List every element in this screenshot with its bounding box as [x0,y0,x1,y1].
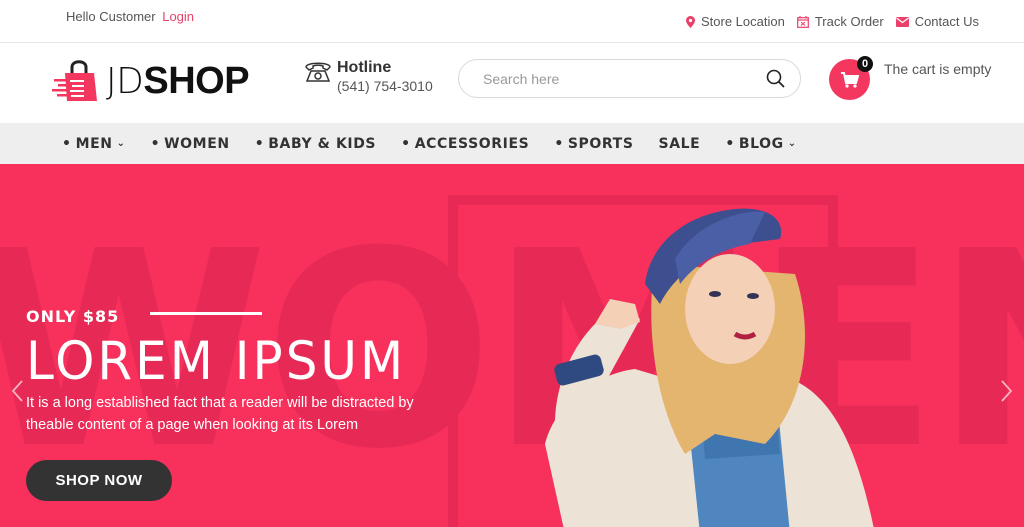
nav-item-men[interactable]: • MEN ⌄ [62,136,126,152]
top-links: Store Location Track Order Contact Us [685,14,979,29]
cart-status: The cart is empty [884,61,992,77]
hotline-number[interactable]: (541) 754-3010 [337,77,433,95]
chevron-down-icon: ⌄ [116,138,126,149]
nav-list: • MEN ⌄ • WOMEN • BABY & KIDS • ACCESSORIES •… [62,123,822,164]
nav-label: SPORTS [567,135,634,152]
store-location-label: Store Location [700,14,785,29]
nav-label: SALE [658,135,701,152]
map-pin-icon [685,15,695,28]
bullet-icon: • [254,135,265,152]
nav-label: MEN [75,135,113,152]
hotline-text: Hotline (541) 754-3010 [337,59,433,95]
hero-description: It is a long established fact that a rea… [26,395,414,433]
search-icon[interactable] [766,69,786,89]
nav-label: ACCESSORIES [414,135,530,152]
slider-prev-arrow-icon[interactable] [8,378,26,404]
top-bar: Hello Customer Login Store Location Trac… [0,0,1024,43]
nav-item-women[interactable]: • WOMEN [151,136,230,152]
logo[interactable]: JDSHOP [50,57,250,105]
contact-us-link[interactable]: Contact Us [895,14,979,29]
envelope-icon [895,16,909,27]
nav-label: BABY & KIDS [268,135,377,152]
shop-now-button[interactable]: SHOP NOW [26,460,172,501]
store-location-link[interactable]: Store Location [685,14,785,29]
contact-us-label: Contact Us [914,14,979,29]
nav-item-baby-kids[interactable]: • BABY & KIDS [255,136,376,152]
calendar-icon [796,15,809,28]
shopping-bag-logo-icon [52,60,97,101]
login-link[interactable]: Login [162,9,194,24]
cart-icon [840,71,859,88]
bullet-icon: • [150,135,161,152]
hero-slider: WOMEN ONLY $85 LOREM IPSUM It is a long … [0,164,1024,527]
cart-count-badge: 0 [857,56,873,72]
main-nav: • MEN ⌄ • WOMEN • BABY & KIDS • ACCESSORIES •… [0,123,1024,164]
bullet-icon: • [401,135,411,152]
track-order-link[interactable]: Track Order [796,14,884,29]
decorative-line [150,312,262,315]
bullet-icon: • [554,135,564,152]
cart-button[interactable]: 0 [829,56,873,100]
logo-jd: JD [106,60,144,102]
model-image [545,208,874,527]
hotline-title: Hotline [337,59,392,76]
nav-label: WOMEN [164,135,230,152]
telephone-icon [305,62,331,82]
nav-item-accessories[interactable]: • ACCESSORIES [401,136,529,152]
search-box [458,59,801,98]
logo-shop: SHOP [143,59,250,102]
nav-item-sale[interactable]: SALE [659,136,701,152]
hotline: Hotline (541) 754-3010 [303,59,433,95]
bullet-icon: • [725,135,735,152]
price-tag: ONLY $85 [26,307,120,326]
track-order-label: Track Order [814,14,884,29]
bullet-icon: • [62,135,72,152]
search-input[interactable] [483,68,753,90]
nav-label: BLOG [738,135,784,152]
chevron-down-icon: ⌄ [787,138,797,149]
greeting: Hello Customer Login [66,9,194,24]
logo-text: JDSHOP [106,59,250,102]
nav-item-blog[interactable]: • BLOG ⌄ [725,136,796,152]
greeting-text: Hello Customer [66,9,156,24]
hero-title: LOREM IPSUM [26,330,407,392]
site-header: JDSHOP Hotline (541) 754-3010 0 The cart… [0,43,1024,123]
slider-next-arrow-icon[interactable] [998,378,1016,404]
nav-item-sports[interactable]: • SPORTS [554,136,633,152]
